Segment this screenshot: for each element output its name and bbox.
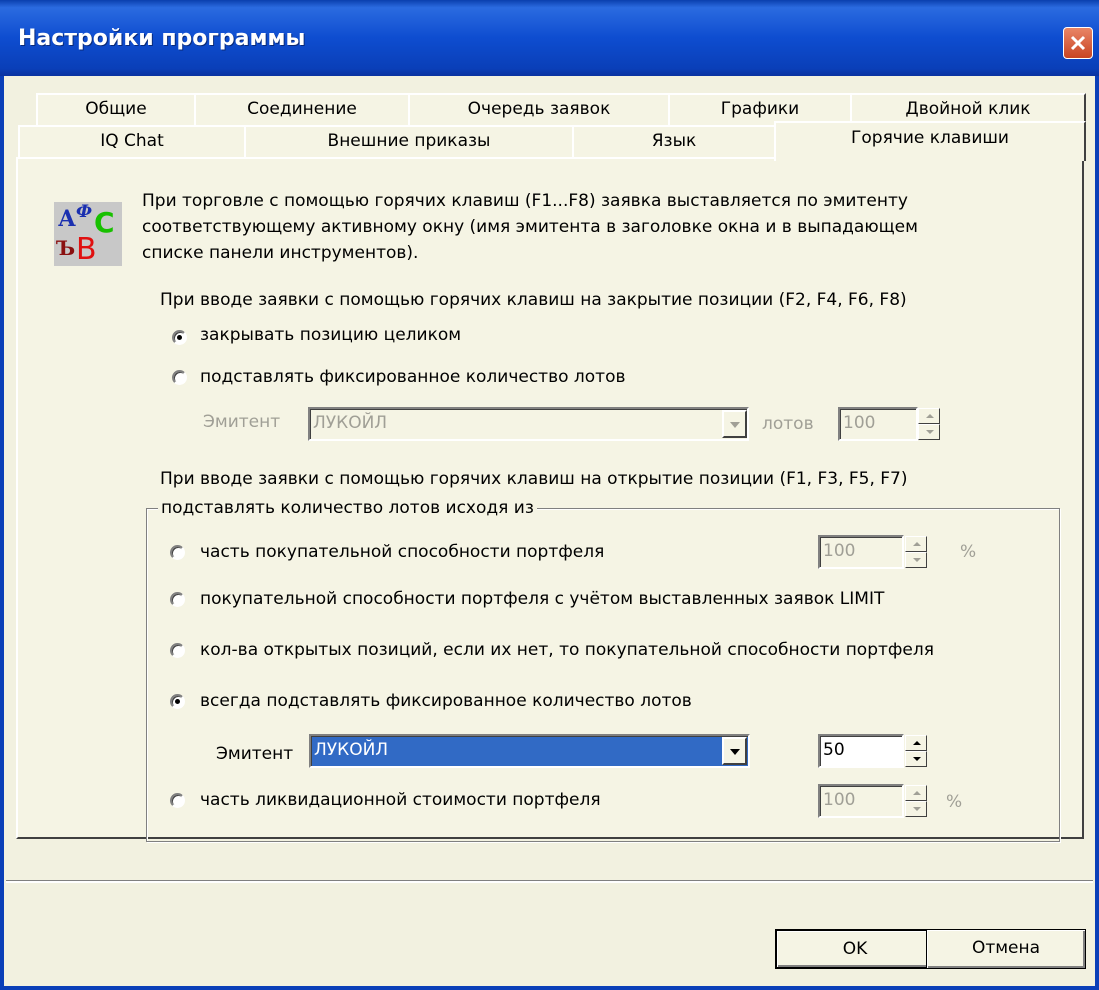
radio-part-buying[interactable] — [170, 545, 185, 560]
spin-up-icon[interactable] — [918, 408, 940, 424]
label-part-buying[interactable]: часть покупательной способности портфеля — [200, 542, 604, 562]
label-open-positions[interactable]: кол-ва открытых позиций, если их нет, то… — [200, 640, 934, 660]
tab-iq-chat[interactable]: IQ Chat — [18, 125, 246, 157]
tab-order-queue[interactable]: Очередь заявок — [408, 93, 670, 125]
label-liquidation[interactable]: часть ликвидационной стоимости портфеля — [200, 790, 601, 810]
close-emitent-select[interactable]: ЛУКОЙЛ — [308, 407, 749, 441]
open-section-heading: При вводе заявки с помощью горячих клави… — [160, 469, 908, 489]
spin-up-icon[interactable] — [905, 735, 927, 751]
liquidation-spinner[interactable] — [905, 785, 927, 817]
chevron-down-icon[interactable] — [722, 737, 747, 765]
radio-close-fixed[interactable] — [172, 370, 187, 385]
tab-hotkeys[interactable]: Горячие клавиши — [774, 121, 1086, 161]
radio-always-fixed[interactable] — [170, 694, 185, 709]
tab-external-orders[interactable]: Внешние приказы — [244, 125, 574, 157]
label-buying-limit[interactable]: покупательной способности портфеля с учё… — [200, 589, 884, 609]
tab-language[interactable]: Язык — [572, 125, 776, 157]
label-always-fixed[interactable]: всегда подставлять фиксированное количес… — [200, 691, 692, 711]
spin-down-icon[interactable] — [918, 424, 940, 440]
open-emitent-label: Эмитент — [216, 744, 294, 764]
active-tab-joint — [776, 156, 1082, 160]
radio-buying-limit[interactable] — [170, 592, 185, 607]
fixed-lots-spinner[interactable] — [905, 735, 927, 767]
close-section-heading: При вводе заявки с помощью горячих клави… — [160, 290, 907, 310]
info-text-line3: списке панели инструментов). — [142, 243, 419, 263]
alphabet-icon: А Ф С Ъ В — [54, 202, 122, 267]
chevron-down-icon[interactable] — [722, 410, 747, 438]
group-title: подставлять количество лотов исходя из — [158, 498, 537, 518]
radio-close-whole[interactable] — [172, 330, 187, 345]
info-text-line2: соответствующему активному окну (имя эми… — [142, 217, 918, 237]
part-buying-unit: % — [960, 542, 977, 562]
window-title: Настройки программы — [18, 26, 306, 51]
liquidation-input[interactable]: 100 — [818, 784, 904, 818]
tab-connection[interactable]: Соединение — [194, 93, 410, 125]
part-buying-input[interactable]: 100 — [818, 535, 904, 569]
spin-up-icon[interactable] — [905, 785, 927, 801]
tab-general[interactable]: Общие — [36, 93, 196, 125]
open-emitent-select[interactable]: ЛУКОЙЛ — [309, 734, 750, 768]
spin-up-icon[interactable] — [905, 536, 927, 552]
footer-divider — [6, 880, 1093, 883]
window-frame-right — [1095, 76, 1099, 990]
title-bar[interactable]: Настройки программы — [0, 0, 1099, 76]
close-lots-spinner[interactable] — [918, 408, 940, 440]
part-buying-spinner[interactable] — [905, 536, 927, 568]
close-button[interactable] — [1063, 27, 1093, 59]
liquidation-unit: % — [946, 792, 963, 812]
close-icon — [1070, 35, 1086, 51]
ok-button[interactable]: OK — [775, 929, 935, 969]
label-close-fixed[interactable]: подставлять фиксированное количество лот… — [200, 367, 626, 387]
spin-down-icon[interactable] — [905, 552, 927, 568]
spin-down-icon[interactable] — [905, 751, 927, 767]
info-text-line1: При торговле с помощью горячих клавиш (F… — [142, 191, 908, 211]
close-lots-label: лотов — [762, 414, 814, 434]
fixed-lots-input[interactable]: 50 — [818, 734, 904, 768]
cancel-button[interactable]: Отмена — [926, 929, 1086, 969]
window-frame-bottom — [0, 986, 1099, 990]
close-lots-input[interactable]: 100 — [838, 407, 918, 441]
window-frame-left — [0, 76, 4, 990]
spin-down-icon[interactable] — [905, 801, 927, 817]
radio-liquidation[interactable] — [170, 793, 185, 808]
radio-open-positions[interactable] — [170, 643, 185, 658]
close-emitent-label: Эмитент — [203, 412, 281, 432]
label-close-whole[interactable]: закрывать позицию целиком — [200, 325, 461, 345]
